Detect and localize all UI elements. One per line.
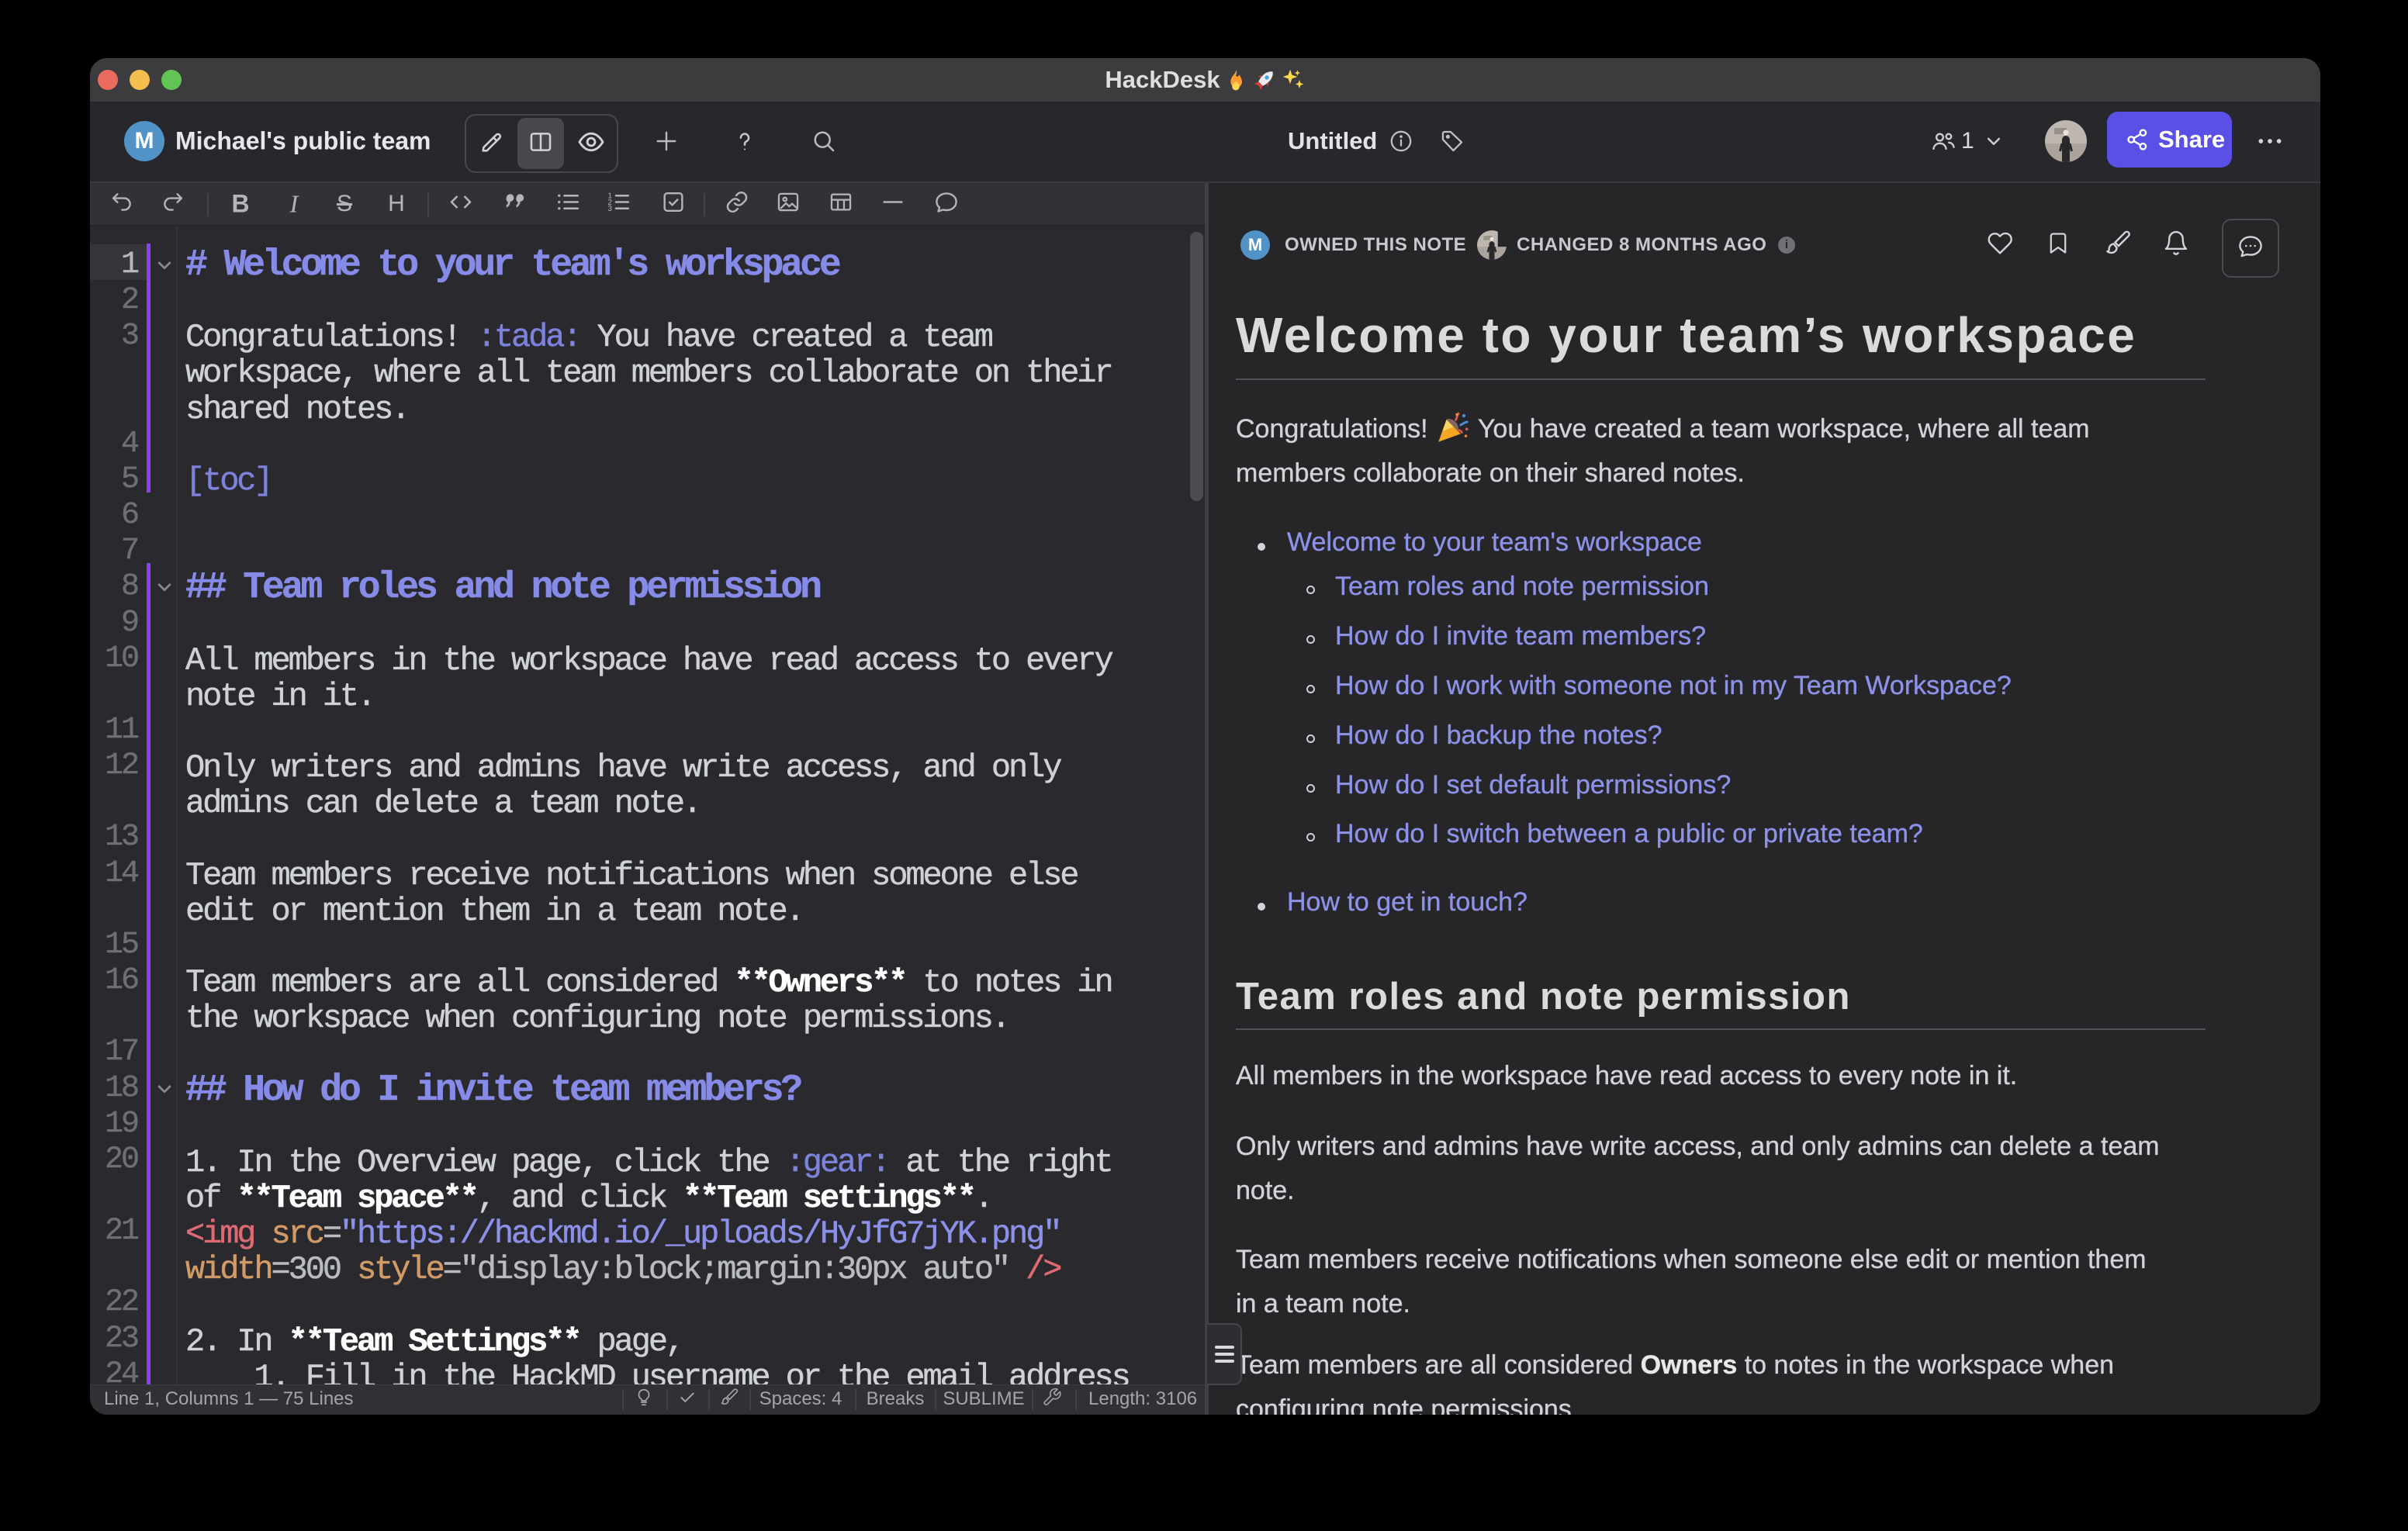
svg-text:3: 3 — [608, 205, 612, 213]
